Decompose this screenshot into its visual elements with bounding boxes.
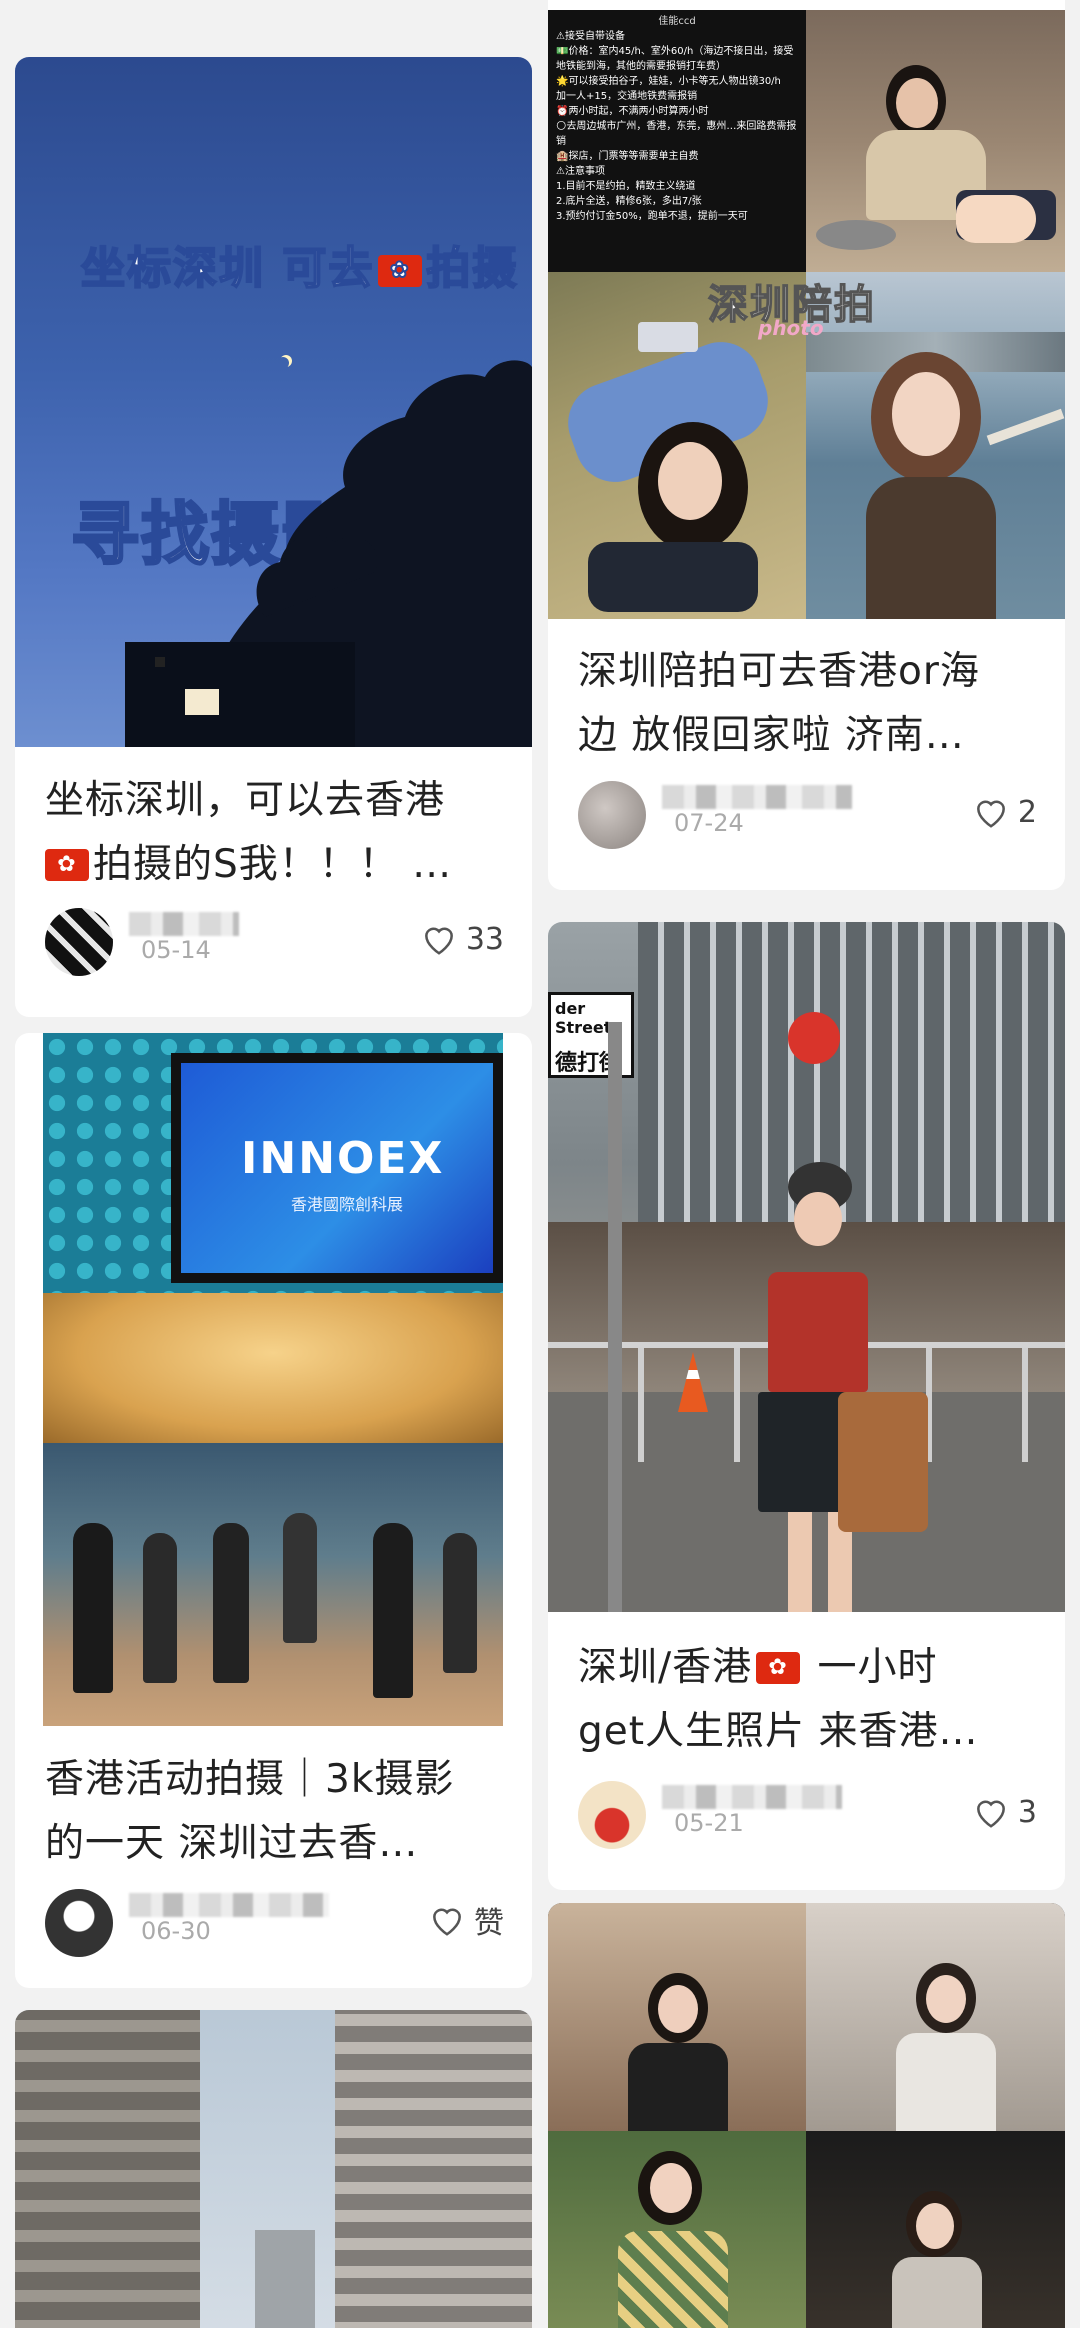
card-cover-image[interactable]: [15, 2010, 532, 2328]
card-meta: 07-24 2: [578, 775, 1037, 849]
feed-card-6[interactable]: [548, 1903, 1065, 2328]
heart-icon: [976, 800, 1005, 828]
heart-icon: [976, 1800, 1005, 1828]
like-count: 3: [1017, 1794, 1037, 1830]
post-date: 05-14: [141, 936, 211, 964]
sample-photo-cafe: [806, 10, 1065, 272]
feed-card-1[interactable]: 坐标深圳 可去拍摄 寻找摄影师 坐标深圳，可以去香港 拍摄的S我！！！ … 05…: [15, 57, 532, 1017]
collage-photo-4: [806, 2131, 1065, 2328]
avatar[interactable]: [45, 1889, 113, 1957]
like-count: 赞: [474, 1906, 504, 1941]
avatar[interactable]: [578, 781, 646, 849]
cover-overlay-sub: photo: [758, 316, 824, 340]
card-cover-image[interactable]: 坐标深圳 可去拍摄 寻找摄影师: [15, 57, 532, 747]
price-notes-panel: 佳能ccd ⚠接受自带设备 💵价格：室内45/h、室外60/h（海边不接日出，接…: [548, 10, 806, 272]
feed-card-2[interactable]: 佳能ccd ⚠接受自带设备 💵价格：室内45/h、室外60/h（海边不接日出，接…: [548, 0, 1065, 890]
post-date: 07-24: [674, 809, 744, 837]
collage-photo-1: [548, 1903, 806, 2131]
building-right: [335, 2010, 532, 2328]
author-name-blurred[interactable]: [129, 1893, 329, 1917]
post-date: 05-21: [674, 1809, 744, 1837]
heart-icon: [433, 1908, 461, 1936]
author-name-blurred[interactable]: [662, 1785, 842, 1809]
sign-pole: [608, 1022, 622, 1612]
hk-flag-icon: [45, 849, 89, 881]
feed-card-4[interactable]: der Street 德打街 深圳/香港 一小时 get人生照片 来香港… 05…: [548, 922, 1065, 1890]
building-left: [15, 2010, 200, 2328]
author-name-blurred[interactable]: [129, 912, 239, 936]
innoex-subtitle: 香港國際創科展: [291, 1195, 404, 1214]
hk-flag-icon: [756, 1652, 801, 1684]
card-title[interactable]: 坐标深圳，可以去香港 拍摄的S我！！！ …: [45, 769, 504, 897]
tree-silhouette: [125, 360, 532, 747]
woman-red-top: [728, 1162, 928, 1612]
post-date: 06-30: [141, 1917, 211, 1945]
lattice-ceiling: [43, 1293, 503, 1443]
card-meta: 05-14 33: [45, 902, 504, 976]
card-meta: 05-21 3: [578, 1775, 1037, 1849]
collage-photo-3: [548, 2131, 806, 2328]
card-cover-image[interactable]: INNOEX 香港國際創科展: [43, 1033, 503, 1726]
pointing-hand-icon: [956, 195, 1036, 243]
like-button[interactable]: 33: [420, 914, 504, 964]
like-button[interactable]: 3: [972, 1787, 1037, 1837]
card-title[interactable]: 深圳陪拍可去香港or海 边 放假回家啦 济南…: [578, 640, 1037, 768]
author-name-blurred[interactable]: [662, 785, 852, 809]
feed-card-3[interactable]: INNOEX 香港國際創科展 香港活动拍摄｜3k摄影 的一天 深圳过去香… 06…: [15, 1033, 532, 1988]
feed-card-5[interactable]: [15, 2010, 532, 2328]
glass-lobby: [43, 1443, 503, 1726]
building-distant: [255, 2230, 315, 2328]
avatar[interactable]: [45, 908, 113, 976]
avatar[interactable]: [578, 1781, 646, 1849]
brown-tote-bag: [838, 1392, 928, 1532]
card-title[interactable]: 深圳/香港 一小时 get人生照片 来香港…: [578, 1636, 1037, 1764]
card-title[interactable]: 香港活动拍摄｜3k摄影 的一天 深圳过去香…: [45, 1748, 504, 1876]
like-count: 33: [465, 921, 504, 957]
collage-photo-2: [806, 1903, 1065, 2131]
heart-icon: [424, 927, 453, 955]
red-round-sign: [788, 1012, 840, 1064]
like-button[interactable]: 赞: [428, 1895, 504, 1945]
card-meta: 06-30 赞: [45, 1883, 504, 1957]
card-cover-image[interactable]: [548, 1903, 1065, 2328]
like-button[interactable]: 2: [972, 787, 1037, 837]
card-cover-image[interactable]: der Street 德打街: [548, 922, 1065, 1612]
like-count: 2: [1017, 794, 1037, 830]
card-cover-image[interactable]: 佳能ccd ⚠接受自带设备 💵价格：室内45/h、室外60/h（海边不接日出，接…: [548, 10, 1065, 619]
innoex-logo: INNOEX: [241, 1133, 445, 1184]
innoex-screen: INNOEX 香港國際創科展: [171, 1053, 503, 1283]
